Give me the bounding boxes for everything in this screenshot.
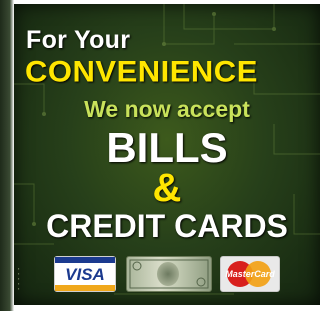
fine-print-decoration: ▪ ▪ ▪ ▪ ▪ xyxy=(18,266,20,291)
subheadline-we-now-accept: We now accept xyxy=(84,96,250,122)
left-edge-strip xyxy=(0,0,14,311)
headline-bills: BILLS xyxy=(106,124,228,171)
visa-card-icon: VISA xyxy=(54,256,116,292)
payment-sign: For Your CONVENIENCE We now accept BILLS… xyxy=(14,4,320,305)
image-frame: For Your CONVENIENCE We now accept BILLS… xyxy=(0,0,325,311)
mastercard-icon: MasterCard xyxy=(220,256,280,292)
headline-convenience: CONVENIENCE xyxy=(25,54,258,89)
dollar-bill-icon xyxy=(126,256,212,292)
visa-label: VISA xyxy=(65,265,105,284)
bill-border-icon xyxy=(129,259,209,289)
headline-for-your: For Your xyxy=(26,26,131,54)
headline-credit-cards: CREDIT CARDS xyxy=(46,208,288,244)
ampersand: & xyxy=(152,166,182,210)
mastercard-label: MasterCard xyxy=(225,269,275,279)
